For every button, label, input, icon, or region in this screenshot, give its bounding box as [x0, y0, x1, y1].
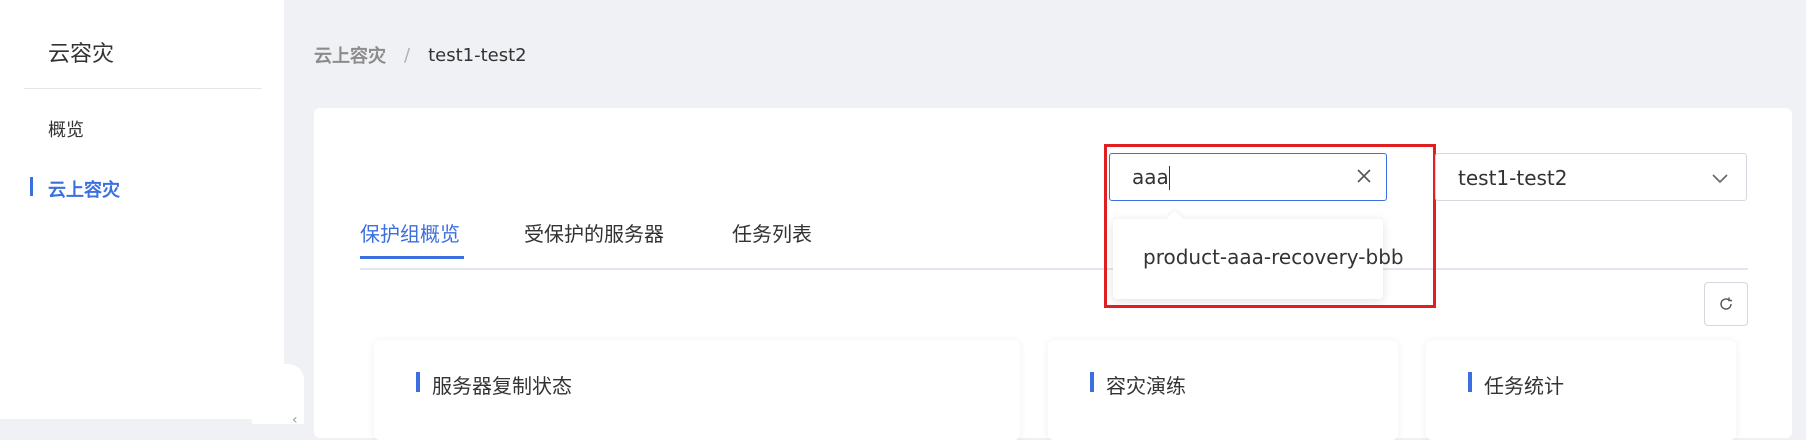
sidebar-divider — [24, 88, 262, 89]
chevron-down-icon — [1712, 174, 1728, 184]
panel-server-replication-status: 服务器复制状态 — [374, 340, 1020, 440]
panel-dr-drill: 容灾演练 — [1048, 340, 1398, 440]
refresh-button[interactable] — [1704, 282, 1748, 326]
highlight-frame — [1104, 144, 1436, 308]
breadcrumb-root[interactable]: 云上容灾 — [314, 42, 386, 68]
breadcrumb-current: test1-test2 — [428, 44, 527, 66]
breadcrumb: 云上容灾 / test1-test2 — [314, 42, 527, 68]
tab-protection-group-overview[interactable]: 保护组概览 — [360, 218, 460, 247]
tab-protected-servers[interactable]: 受保护的服务器 — [524, 218, 664, 247]
panel-accent-bar — [416, 372, 420, 392]
panel-accent-bar — [1090, 372, 1094, 392]
panel-task-statistics: 任务统计 — [1426, 340, 1736, 440]
panel-accent-bar — [1468, 372, 1472, 392]
select-value: test1-test2 — [1458, 166, 1568, 190]
tab-task-list[interactable]: 任务列表 — [732, 218, 812, 247]
panel-title: 容灾演练 — [1106, 374, 1186, 398]
active-tab-underline — [360, 256, 464, 259]
refresh-icon — [1720, 297, 1732, 310]
panel-title: 服务器复制状态 — [432, 374, 572, 398]
group-select[interactable]: test1-test2 — [1435, 153, 1747, 201]
sidebar-collapse-tab[interactable]: ‹ — [252, 364, 304, 428]
main-card: 保护组概览 受保护的服务器 任务列表 product-aaa-recovery-… — [314, 108, 1792, 440]
sidebar-item-cloud-dr[interactable]: 云上容灾 — [48, 176, 120, 202]
breadcrumb-separator: / — [404, 44, 411, 66]
collapse-icon: ‹ — [292, 412, 298, 428]
sidebar-active-indicator — [30, 177, 33, 196]
sidebar-item-overview[interactable]: 概览 — [48, 116, 84, 142]
panel-title: 任务统计 — [1484, 374, 1564, 398]
sidebar-title: 云容灾 — [48, 42, 115, 67]
sidebar: 云容灾 概览 云上容灾 — [0, 0, 284, 419]
